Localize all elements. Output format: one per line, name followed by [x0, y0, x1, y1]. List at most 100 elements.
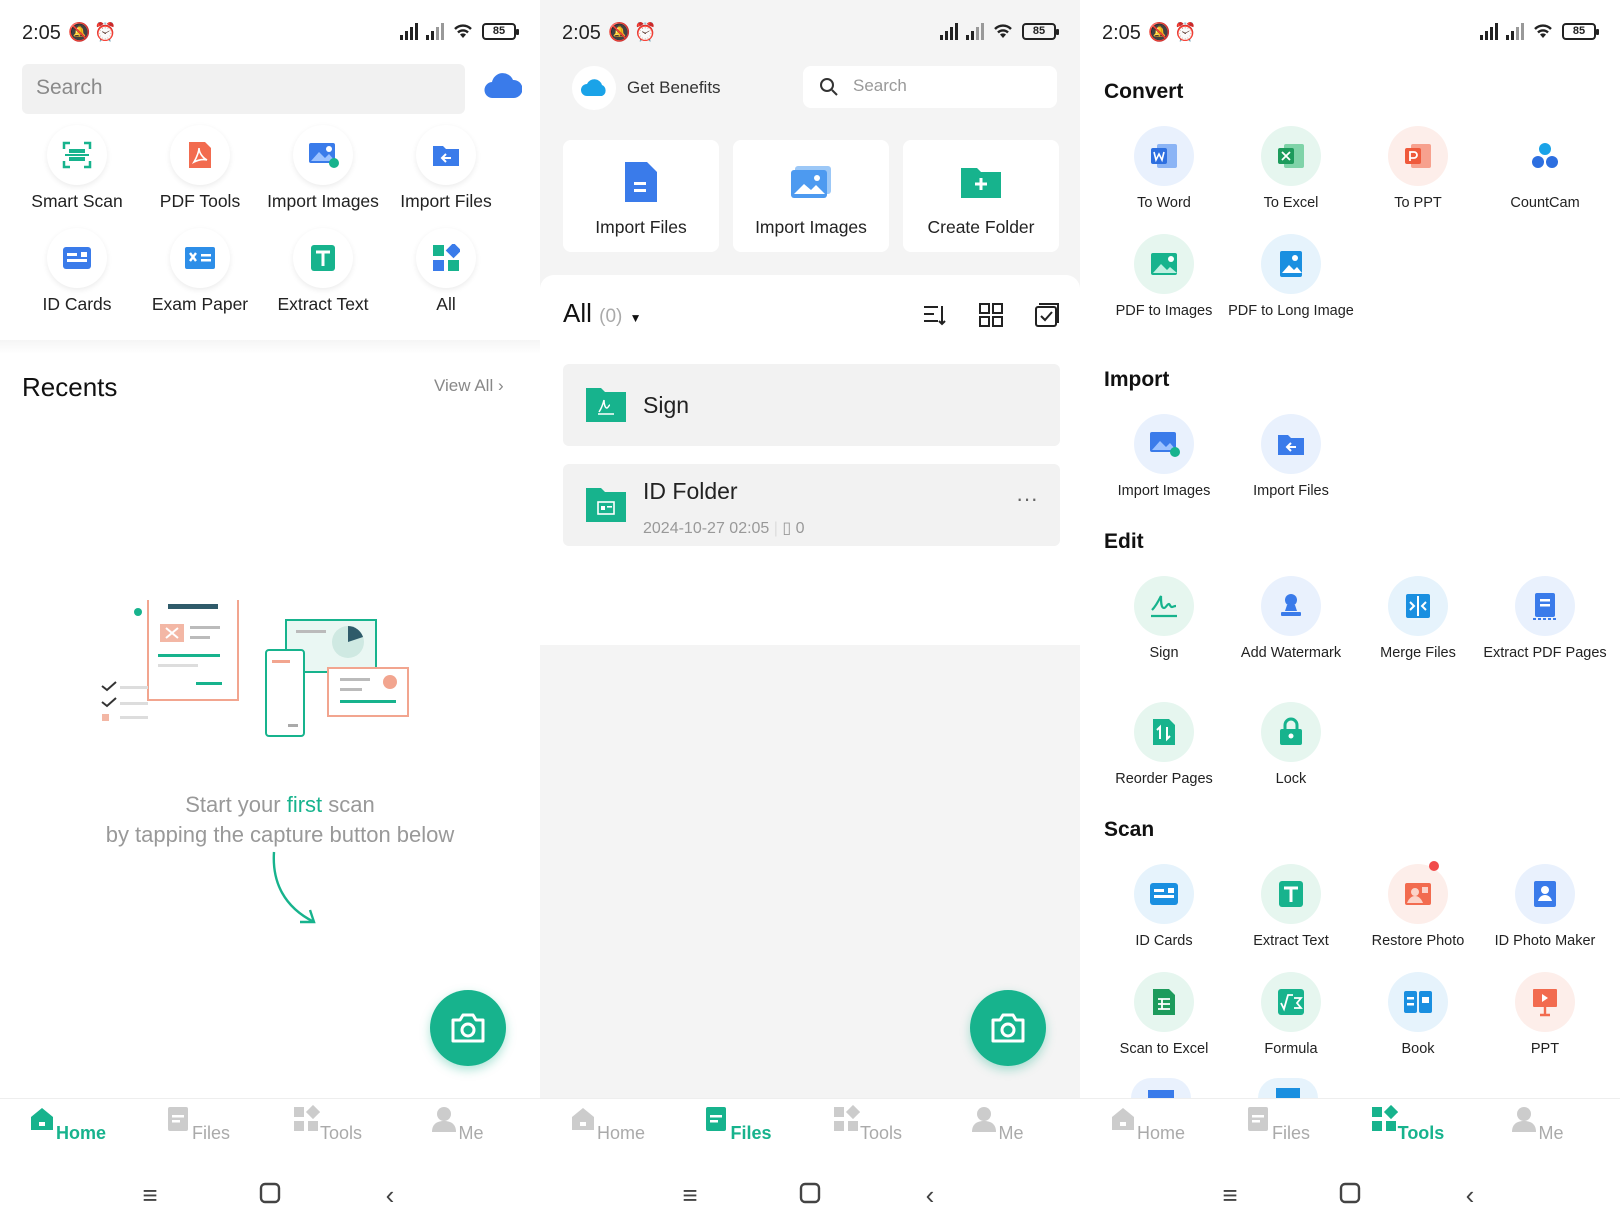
tools-icon — [833, 1104, 861, 1131]
menu-icon[interactable]: ≡ — [130, 1180, 170, 1210]
bottom-nav: Home Files Tools Me — [540, 1098, 1080, 1168]
more-options-icon[interactable]: ··· — [1016, 486, 1038, 512]
tool-smart-scan[interactable]: Smart Scan — [12, 125, 142, 212]
import-files-card[interactable]: Import Files — [563, 140, 719, 252]
menu-icon[interactable]: ≡ — [670, 1180, 710, 1210]
tool-exam-paper[interactable]: Exam Paper — [135, 228, 265, 315]
cloud-icon[interactable] — [484, 72, 523, 100]
get-benefits-button[interactable]: Get Benefits — [572, 62, 782, 114]
nav-label: Home — [596, 1123, 645, 1143]
tool-to-excel[interactable]: To Excel — [1228, 126, 1354, 212]
tool-extract-text[interactable]: Extract Text — [258, 228, 388, 315]
folder-icon — [586, 388, 626, 422]
nav-tools[interactable]: Tools — [277, 1104, 377, 1144]
home-square-icon[interactable] — [1330, 1180, 1370, 1210]
tool-pdf-to-long-image[interactable]: PDF to Long Image — [1228, 234, 1354, 320]
tool-countcam[interactable]: CountCam — [1482, 126, 1608, 212]
home-square-icon[interactable] — [790, 1180, 830, 1210]
tool-to-word[interactable]: To Word — [1101, 126, 1227, 212]
tool-pdf-to-images[interactable]: PDF to Images — [1101, 234, 1227, 320]
chevron-right-icon: › — [497, 376, 504, 395]
view-all-link[interactable]: View All › — [434, 376, 504, 396]
empty-text-a: Start your — [185, 792, 287, 817]
import-images-card[interactable]: Import Images — [733, 140, 889, 252]
tool-label: All — [436, 294, 456, 314]
nav-tools[interactable]: Tools — [817, 1104, 917, 1144]
tool-ppt[interactable]: PPT — [1482, 972, 1608, 1058]
home-screen: 2:05 🔕⏰ 85 Search Smart Scan PDF Tools I… — [0, 0, 540, 1230]
create-folder-card[interactable]: Create Folder — [903, 140, 1059, 252]
tool-reorder-pages[interactable]: Reorder Pages — [1101, 702, 1227, 788]
capture-button[interactable] — [430, 990, 506, 1066]
empty-state-illustration — [101, 600, 409, 737]
tool-id-cards[interactable]: ID Cards — [12, 228, 142, 315]
tool-add-watermark[interactable]: Add Watermark — [1228, 576, 1354, 662]
nav-home[interactable]: Home — [557, 1105, 657, 1144]
formula-icon — [1261, 972, 1321, 1032]
empty-line-2: by tapping the capture button below — [105, 822, 455, 847]
home-icon — [30, 1108, 53, 1130]
tool-merge-files[interactable]: Merge Files — [1355, 576, 1481, 662]
filter-dropdown[interactable]: All (0) ▼ — [563, 298, 642, 329]
section-import: Import — [1104, 368, 1170, 391]
sort-icon[interactable] — [922, 302, 948, 328]
search-placeholder: Search — [853, 76, 907, 95]
status-time: 2:05 — [1102, 22, 1141, 44]
nav-files[interactable]: Files — [147, 1105, 247, 1144]
nav-label: Files — [191, 1123, 230, 1143]
back-icon[interactable]: ‹ — [370, 1180, 410, 1210]
tool-all[interactable]: All — [381, 228, 511, 315]
nav-me[interactable]: Me — [947, 1105, 1047, 1144]
tool-import-images[interactable]: Import Images — [258, 125, 388, 212]
pdf-tools-icon — [170, 125, 230, 185]
nav-home[interactable]: Home — [1097, 1105, 1197, 1144]
tool-import-files[interactable]: Import Files — [1228, 414, 1354, 500]
nav-files[interactable]: Files — [687, 1105, 787, 1144]
nav-me[interactable]: Me — [407, 1105, 507, 1144]
merge-files-icon — [1388, 576, 1448, 636]
me-icon — [432, 1107, 457, 1132]
back-icon[interactable]: ‹ — [1450, 1180, 1490, 1210]
tool-lock[interactable]: Lock — [1228, 702, 1354, 788]
grid-view-icon[interactable] — [978, 302, 1004, 328]
me-icon — [972, 1107, 997, 1132]
tool-extract-pdf-pages[interactable]: Extract PDF Pages — [1482, 576, 1608, 662]
get-benefits-label: Get Benefits — [627, 78, 721, 97]
folder-row-id[interactable]: ID Folder 2024-10-27 02:05 | ▯ 0 ··· — [563, 464, 1060, 546]
tool-id-photo-maker[interactable]: ID Photo Maker — [1482, 864, 1608, 950]
tool-import-files[interactable]: Import Files — [381, 125, 511, 212]
tool-import-images[interactable]: Import Images — [1101, 414, 1227, 500]
folder-name: ID Folder — [643, 478, 738, 504]
tool-label: Import Images — [1117, 483, 1211, 499]
folder-row-sign[interactable]: Sign — [563, 364, 1060, 446]
all-apps-icon — [416, 228, 476, 288]
system-nav-bar: ≡ ‹ — [540, 1168, 1080, 1230]
tool-to-ppt[interactable]: To PPT — [1355, 126, 1481, 212]
tool-label: Scan to Excel — [1119, 1041, 1209, 1057]
nav-tools[interactable]: Tools — [1357, 1104, 1457, 1144]
nav-home[interactable]: Home — [17, 1105, 117, 1144]
import-images-icon — [1134, 414, 1194, 474]
home-square-icon[interactable] — [250, 1180, 290, 1210]
multi-select-icon[interactable] — [1034, 302, 1060, 328]
exam-paper-icon — [170, 228, 230, 288]
capture-button[interactable] — [970, 990, 1046, 1066]
recents-title: Recents — [22, 372, 118, 402]
tool-sign[interactable]: Sign — [1101, 576, 1227, 662]
tool-formula[interactable]: Formula — [1228, 972, 1354, 1058]
search-input[interactable]: Search — [22, 64, 465, 114]
back-icon[interactable]: ‹ — [910, 1180, 950, 1210]
search-input[interactable]: Search — [803, 66, 1057, 108]
nav-files[interactable]: Files — [1227, 1105, 1327, 1144]
nav-me[interactable]: Me — [1487, 1105, 1587, 1144]
tool-extract-text[interactable]: Extract Text — [1228, 864, 1354, 950]
import-images-icon — [791, 166, 831, 198]
tool-id-cards[interactable]: ID Cards — [1101, 864, 1227, 950]
camera-icon — [991, 1013, 1025, 1043]
tool-scan-to-excel[interactable]: Scan to Excel — [1101, 972, 1227, 1058]
tool-book[interactable]: Book — [1355, 972, 1481, 1058]
tool-pdf-tools[interactable]: PDF Tools — [135, 125, 265, 212]
camera-icon — [451, 1013, 485, 1043]
menu-icon[interactable]: ≡ — [1210, 1180, 1250, 1210]
tool-restore-photo[interactable]: Restore Photo — [1355, 864, 1481, 950]
